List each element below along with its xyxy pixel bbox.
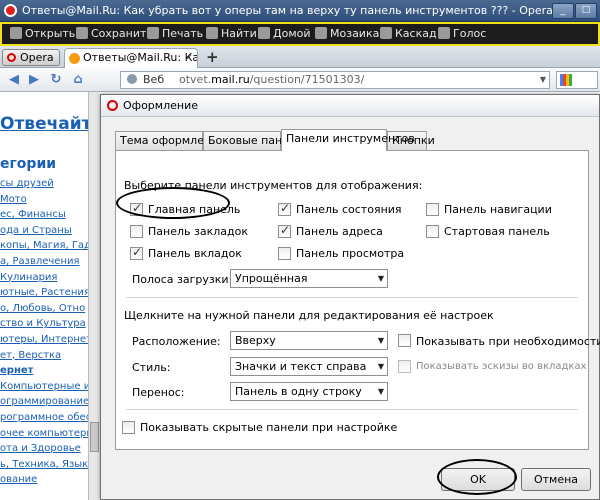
web-label: Веб — [127, 72, 164, 88]
home-icon[interactable]: ⌂ — [70, 72, 86, 88]
ok-button[interactable]: OK — [441, 468, 515, 491]
main-toolbar-label: Главная панель — [148, 203, 241, 216]
opera-menu-button[interactable]: Opera — [2, 49, 60, 66]
search-field[interactable] — [556, 71, 598, 89]
navigation-bar-label: Панель навигации — [444, 203, 552, 216]
google-icon — [560, 74, 572, 86]
main-toolbar: Открыть Сохранить Печать Найти Домой Моз… — [0, 22, 600, 46]
back-arrow-icon[interactable]: ◀ — [6, 72, 22, 88]
toolbar-tile-button[interactable]: Мозаика — [315, 27, 379, 40]
address-field[interactable]: Веб otvet.mail.ru/question/71501303/ ▼ — [120, 71, 550, 89]
voice-icon — [438, 27, 450, 39]
toolbar-save-button[interactable]: Сохранить — [76, 27, 153, 40]
tab-side-panels[interactable]: Боковые панели — [203, 131, 303, 150]
show-hidden-checkbox[interactable] — [122, 421, 135, 434]
url-text: otvet.mail.ru/question/71501303/ — [179, 73, 365, 86]
page-scrollbar[interactable] — [88, 92, 100, 500]
download-bar-select[interactable]: Упрощённая — [230, 269, 388, 288]
tab-bar-checkbox[interactable] — [130, 245, 143, 260]
maximize-button[interactable]: □ — [575, 3, 597, 19]
new-tab-button[interactable]: + — [206, 48, 219, 66]
cascade-icon — [380, 27, 392, 39]
show-hidden-label: Показывать скрытые панели при настройке — [140, 421, 398, 434]
open-icon — [10, 27, 22, 39]
mailru-favicon-icon — [69, 53, 80, 64]
save-icon — [76, 27, 88, 39]
toolbar-cascade-button[interactable]: Каскад — [380, 27, 437, 40]
bookmarks-bar-label: Панель закладок — [148, 225, 248, 238]
window-title: Ответы@Mail.Ru: Как убрать вот у оперы т… — [22, 4, 553, 17]
toolbars-panel: Выберите панели инструментов для отображ… — [115, 150, 600, 450]
wrap-select[interactable]: Панель в одну строку — [230, 382, 388, 401]
categories-heading: егории — [0, 156, 57, 172]
tab-toolbars[interactable]: Панели инструментов — [281, 129, 415, 151]
toolbar-print-button[interactable]: Печать — [147, 27, 203, 40]
window-titlebar: Ответы@Mail.Ru: Как убрать вот у оперы т… — [0, 0, 600, 22]
reload-icon[interactable]: ↻ — [48, 72, 64, 88]
address-bar-checkbox[interactable] — [278, 223, 291, 238]
tab-current[interactable]: Ответы@Mail.Ru: Как ... × — [64, 48, 198, 68]
toolbar-open-button[interactable]: Открыть — [10, 27, 75, 40]
placement-label: Расположение: — [132, 335, 221, 348]
address-dropdown-icon[interactable]: ▼ — [540, 72, 546, 88]
start-bar-label: Стартовая панель — [444, 225, 550, 238]
opera-icon — [107, 100, 118, 111]
print-icon — [147, 27, 159, 39]
separator — [126, 297, 578, 298]
home-icon — [258, 27, 270, 39]
tab-close-icon[interactable]: × — [184, 49, 193, 67]
section-heading-edit-toolbar: Щелкните на нужной панели для редактиров… — [124, 309, 494, 322]
tab-bar: Opera Ответы@Mail.Ru: Как ... × + — [0, 46, 600, 68]
tab-bar-label: Панель вкладок — [148, 247, 242, 260]
style-label: Стиль: — [132, 361, 171, 374]
download-bar-label: Полоса загрузки: — [132, 273, 233, 286]
main-toolbar-checkbox[interactable] — [130, 201, 143, 216]
navigation-bar-checkbox[interactable] — [426, 203, 439, 216]
separator — [126, 409, 578, 410]
find-icon — [206, 27, 218, 39]
placement-select[interactable]: Вверху — [230, 331, 388, 350]
show-thumbnails-label: Показывать эскизы во вкладках — [416, 361, 587, 372]
show-when-needed-checkbox[interactable] — [398, 334, 411, 347]
tab-title: Ответы@Mail.Ru: Как ... — [83, 51, 197, 64]
dialog-titlebar: Оформление — [101, 95, 599, 117]
section-heading-select-toolbars: Выберите панели инструментов для отображ… — [124, 179, 423, 192]
view-bar-label: Панель просмотра — [296, 247, 405, 260]
forward-arrow-icon[interactable]: ▶ — [26, 72, 42, 88]
show-thumbnails-checkbox — [398, 360, 411, 373]
toolbar-voice-button[interactable]: Голос — [438, 27, 486, 40]
tab-theme[interactable]: Тема оформления — [115, 131, 225, 150]
address-bar-label: Панель адреса — [296, 225, 383, 238]
view-bar-checkbox[interactable] — [278, 247, 291, 260]
minimize-button[interactable]: _ — [552, 3, 574, 19]
address-toolbar: ◀ ▶ ↻ ⌂ Веб otvet.mail.ru/question/71501… — [0, 68, 600, 92]
style-select[interactable]: Значки и текст справа — [230, 357, 388, 376]
dialog-title: Оформление — [123, 99, 198, 112]
status-bar-label: Панель состояния — [296, 203, 402, 216]
appearance-dialog: Оформление Тема оформления Боковые панел… — [100, 94, 600, 500]
cancel-button[interactable]: Отмена — [521, 468, 591, 491]
wrap-label: Перенос: — [132, 386, 185, 399]
scrollbar-thumb[interactable] — [90, 422, 99, 452]
status-bar-checkbox[interactable] — [278, 201, 291, 216]
bookmarks-bar-checkbox[interactable] — [130, 225, 143, 238]
opera-icon — [7, 53, 16, 62]
toolbar-home-button[interactable]: Домой — [258, 27, 311, 40]
start-bar-checkbox[interactable] — [426, 225, 439, 238]
tile-icon — [315, 27, 327, 39]
toolbar-find-button[interactable]: Найти — [206, 27, 257, 40]
opera-logo-icon — [4, 4, 17, 17]
show-when-needed-label: Показывать при необходимости — [416, 335, 600, 348]
